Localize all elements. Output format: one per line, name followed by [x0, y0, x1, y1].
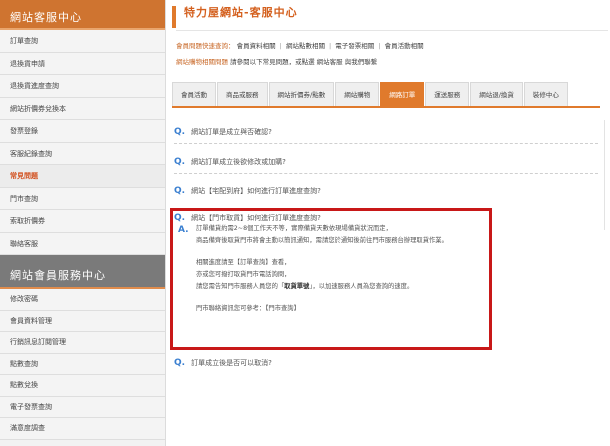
- sidebar-item-return-progress[interactable]: 退換貨進度查詢: [0, 75, 165, 98]
- category-tabs: 會員活動 商品或服務 網站折價券/點數 網站購物 網路訂單 運送服務 網站退/換…: [172, 82, 600, 108]
- tab-renovation[interactable]: 裝修中心: [523, 82, 568, 106]
- sidebar-item-get-coupon[interactable]: 索取折價券: [0, 210, 165, 233]
- tab-online-shopping[interactable]: 網站購物: [335, 82, 380, 106]
- faq-item-expanded[interactable]: Q. 網站【門市取貨】如何進行訂單進度查詢?: [174, 213, 484, 223]
- page-title-bar: 特力屋網站-客服中心: [172, 6, 608, 31]
- sidebar-item-survey[interactable]: 滿意度調查: [0, 418, 165, 440]
- sidebar-item-points-redeem[interactable]: 點數兌換: [0, 375, 165, 397]
- divider: [174, 143, 598, 144]
- sidebar-item-invoice-register[interactable]: 發票登錄: [0, 120, 165, 143]
- notice-line: 網站購物相關問題 請參閱以下常見問題，或點選 網站客服 與我們聯繫: [176, 56, 377, 66]
- faq-question[interactable]: 網站【門市取貨】如何進行訂單進度查詢?: [191, 214, 321, 222]
- quick-link-einvoice[interactable]: 電子發票相關: [335, 42, 374, 50]
- faq-item[interactable]: Q. 訂單成立後是否可以取消?: [174, 358, 598, 368]
- quick-link-points[interactable]: 網站點數相關: [286, 42, 325, 50]
- answer-text: 」，以加速服務人員為您查詢的速度。: [309, 283, 414, 290]
- faq-question[interactable]: 網站訂單是成立與否確認?: [191, 128, 272, 136]
- faq-question[interactable]: 網站【宅配到府】如何進行訂單進度查詢?: [191, 187, 321, 195]
- faq-item[interactable]: Q. 網站訂單成立後欲修改或加購?: [174, 157, 598, 174]
- q-mark: Q.: [174, 358, 186, 368]
- divider: [174, 173, 598, 174]
- answer-line: 相關進度請至【訂單查詢】查看，: [196, 259, 291, 266]
- right-border: [604, 120, 605, 230]
- faq-item[interactable]: Q. 網站訂單是成立與否確認?: [174, 127, 598, 144]
- sidebar-header-member-service: 網站會員服務中心: [0, 255, 165, 289]
- sidebar-item-return-request[interactable]: 退換貨申請: [0, 52, 165, 75]
- sidebar-item-order-query[interactable]: 訂單查詢: [0, 30, 165, 53]
- q-mark: Q.: [174, 213, 186, 223]
- quick-link-activities[interactable]: 會員活動相關: [385, 42, 424, 50]
- a-mark: A.: [178, 225, 189, 235]
- sidebar-item-member-data[interactable]: 會員資料管理: [0, 310, 165, 332]
- faq-item[interactable]: Q. 網站【宅配到府】如何進行訂單進度查詢?: [174, 186, 598, 196]
- separator: |: [378, 42, 381, 50]
- tab-member-activity[interactable]: 會員活動: [172, 82, 216, 106]
- main-content: 特力屋網站-客服中心 會員問題快速查詢： 會員資料相關 | 網站點數相關 | 電…: [166, 0, 610, 446]
- faq-question[interactable]: 網站訂單成立後欲修改或加購?: [191, 158, 286, 166]
- sidebar-item-faq[interactable]: 常見問題: [0, 165, 165, 188]
- quick-query-label: 會員問題快速查詢：: [176, 42, 235, 50]
- tab-products-services[interactable]: 商品或服務: [217, 82, 268, 106]
- answer-line: 請您需告知門市服務人員您的「取貨單號」，以加速服務人員為您查詢的速度。: [196, 281, 496, 293]
- sidebar-header-customer-service: 網站客服中心: [0, 0, 165, 30]
- sidebar-item-service-record[interactable]: 客服紀錄查詢: [0, 142, 165, 165]
- sidebar-item-points-query[interactable]: 點數查詢: [0, 353, 165, 375]
- tab-coupons-points[interactable]: 網站折價券/點數: [268, 82, 335, 106]
- tab-online-orders[interactable]: 網路訂單: [380, 82, 425, 106]
- separator: |: [279, 42, 282, 50]
- sidebar-item-contact[interactable]: 聯絡客服: [0, 232, 165, 255]
- pickup-number-term: 取貨單號: [284, 283, 310, 290]
- sidebar-item-change-password[interactable]: 修改密碼: [0, 289, 165, 311]
- answer-line: 商品備齊後取貨門市將會主動以簡訊通知，需請您於通知後前往門市服務台辦理取貨作業。: [196, 237, 448, 244]
- notice-highlight[interactable]: 網站購物相關問題: [176, 58, 228, 66]
- sidebar-item-store-query[interactable]: 門市查詢: [0, 187, 165, 210]
- sidebar-item-coupon-book[interactable]: 網站折價券兌換本: [0, 97, 165, 120]
- title-divider: [176, 30, 608, 31]
- faq-answer: 訂單備貨約需2~8個工作天不等，實際備貨天數依現場備貨狀況而定， 商品備齊後取貨…: [196, 223, 496, 315]
- q-mark: Q.: [174, 157, 186, 167]
- sidebar-item-marketing-subscription[interactable]: 行銷訊息訂閱管理: [0, 332, 165, 354]
- q-mark: Q.: [174, 186, 186, 196]
- tab-shipping[interactable]: 運送服務: [425, 82, 470, 106]
- tab-returns[interactable]: 網站退/換貨: [470, 82, 523, 106]
- separator: |: [329, 42, 332, 50]
- answer-line: 門市聯絡資訊您可參考：【門市查詢】: [196, 305, 300, 312]
- quick-query-bar: 會員問題快速查詢： 會員資料相關 | 網站點數相關 | 電子發票相關 | 會員活…: [176, 40, 424, 50]
- faq-question[interactable]: 訂單成立後是否可以取消?: [191, 359, 272, 367]
- answer-line: 亦或您可撥打取貨門市電話詢問，: [196, 271, 291, 278]
- page-title: 特力屋網站-客服中心: [184, 6, 298, 19]
- sidebar-item-einvoice-query[interactable]: 電子發票查詢: [0, 396, 165, 418]
- sidebar: 網站客服中心 訂單查詢 退換貨申請 退換貨進度查詢 網站折價券兌換本 發票登錄 …: [0, 0, 166, 446]
- answer-text: 請您需告知門市服務人員您的「: [196, 283, 285, 290]
- notice-text: 請參閱以下常見問題，或點選 網站客服 與我們聯繫: [228, 58, 378, 66]
- answer-line: 訂單備貨約需2~8個工作天不等，實際備貨天數依現場備貨狀況而定，: [196, 225, 392, 232]
- quick-link-member-data[interactable]: 會員資料相關: [237, 42, 276, 50]
- q-mark: Q.: [174, 127, 186, 137]
